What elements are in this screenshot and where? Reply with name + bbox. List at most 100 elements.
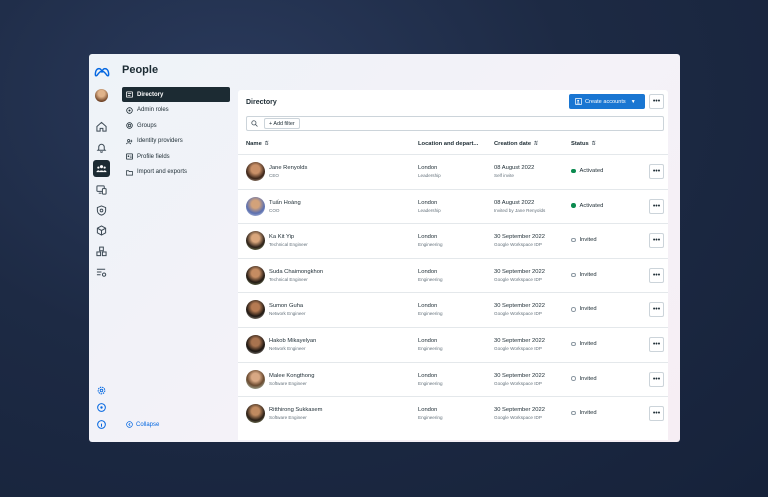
home-icon[interactable] xyxy=(93,118,110,135)
status-dot xyxy=(571,307,576,312)
table-header: Name ⇅ Location and depart... Creation da… xyxy=(246,138,664,150)
table-row[interactable]: Malee Kongthong Software Engineer London… xyxy=(238,361,668,397)
status-dot xyxy=(571,272,576,278)
collapse-button[interactable]: Collapse xyxy=(126,421,159,428)
table-row[interactable]: Ka Kit Yip Technical Engineer London Eng… xyxy=(238,223,668,258)
avatar xyxy=(246,334,265,354)
status-badge: Invited xyxy=(571,237,597,243)
devices-icon[interactable] xyxy=(93,181,110,198)
person-name[interactable]: Ka Kit Yip xyxy=(269,234,294,240)
table-row[interactable]: Sumon Guha Network Engineer London Engin… xyxy=(238,292,668,327)
subnav-item-identity-providers[interactable]: Identity providers xyxy=(122,134,230,149)
row-more-button[interactable]: ••• xyxy=(649,267,664,283)
subnav-label: Import and exports xyxy=(137,169,188,176)
creation-date: 30 September 2022 xyxy=(494,372,545,379)
person-title: Technical Engineer xyxy=(269,242,308,248)
status-badge: Activated xyxy=(571,168,603,174)
department: Leadership xyxy=(418,207,441,213)
cube-icon[interactable] xyxy=(93,222,110,239)
subnav-label: Identity providers xyxy=(137,138,183,145)
table-row[interactable]: Tuấn Hoàng COO London Leadership 08 Augu… xyxy=(238,188,668,224)
row-more-button[interactable]: ••• xyxy=(649,164,664,179)
more-options-button[interactable]: ••• xyxy=(649,94,664,109)
add-filter-button[interactable]: + Add filter xyxy=(264,118,300,129)
gear-icon[interactable] xyxy=(93,382,110,399)
row-more-button[interactable]: ••• xyxy=(649,302,664,318)
people-icon[interactable] xyxy=(93,160,110,177)
avatar xyxy=(246,369,265,389)
department: Engineering xyxy=(418,345,443,351)
creation-date: 08 August 2022 xyxy=(494,165,535,171)
row-more-button[interactable]: ••• xyxy=(649,371,664,387)
table-row[interactable]: Suda Chaimongkhon Technical Engineer Lon… xyxy=(238,257,668,293)
identity-icon xyxy=(126,138,133,145)
subnav-label: Groups xyxy=(137,122,157,129)
user-avatar[interactable] xyxy=(95,89,108,102)
row-more-button[interactable]: ••• xyxy=(649,406,664,422)
status-dot xyxy=(571,237,576,243)
apps-icon[interactable] xyxy=(93,243,110,260)
create-accounts-label: Create accounts xyxy=(585,98,626,105)
page-title: People xyxy=(122,64,159,76)
table-row[interactable]: Hakob Mikayelyan Network Engineer London… xyxy=(238,326,668,362)
person-name[interactable]: Suda Chaimongkhon xyxy=(269,269,323,275)
status-badge: Invited xyxy=(571,376,597,382)
person-title: Technical Engineer xyxy=(269,276,308,282)
subnav-label: Profile fields xyxy=(137,153,170,160)
location: London xyxy=(418,337,438,344)
subnav-item-groups[interactable]: Groups xyxy=(122,118,230,133)
import-export-icon xyxy=(126,169,133,176)
help-icon[interactable] xyxy=(93,399,110,416)
department: Engineering xyxy=(418,311,443,317)
person-title: Network Engineer xyxy=(269,311,306,317)
person-name[interactable]: Malee Kongthong xyxy=(269,373,314,379)
meta-logo-icon[interactable] xyxy=(94,64,110,77)
subnav-item-import-exports[interactable]: Import and exports xyxy=(122,165,230,180)
shield-icon[interactable] xyxy=(93,202,110,219)
groups-icon xyxy=(126,122,133,129)
person-name[interactable]: Tuấn Hoàng xyxy=(269,200,301,206)
info-icon[interactable] xyxy=(93,416,110,433)
person-name[interactable]: Jane Renyolds xyxy=(269,165,307,171)
add-person-icon xyxy=(575,98,582,105)
person-title: Software Engineer xyxy=(269,380,307,386)
subnav-item-admin-roles[interactable]: Admin roles xyxy=(122,103,230,118)
column-header-name[interactable]: Name ⇅ xyxy=(246,141,269,147)
subnav-label: Admin roles xyxy=(137,107,169,114)
status-dot xyxy=(571,168,576,174)
location: London xyxy=(418,165,438,171)
column-header-location[interactable]: Location and depart... xyxy=(418,141,478,147)
status-badge: Activated xyxy=(571,203,603,209)
subnav-item-profile-fields[interactable]: Profile fields xyxy=(122,149,230,164)
creation-date: 08 August 2022 xyxy=(494,199,535,206)
row-more-button[interactable]: ••• xyxy=(649,336,664,352)
subnav-label: Directory xyxy=(137,91,164,98)
directory-panel: Directory Create accounts ▼ ••• + Add fi… xyxy=(238,90,668,440)
table-row[interactable]: Jane Renyolds CEO London Leadership 08 A… xyxy=(238,154,668,189)
sort-icon: ⇅ xyxy=(590,141,596,147)
bell-icon[interactable] xyxy=(93,139,110,156)
person-name[interactable]: Sumon Guha xyxy=(269,303,303,309)
column-header-creation-date[interactable]: Creation date ⇅ xyxy=(494,141,538,147)
location: London xyxy=(418,303,438,310)
collapse-icon xyxy=(126,421,133,428)
subnav-item-directory[interactable]: Directory xyxy=(122,87,230,102)
status-badge: Invited xyxy=(571,272,597,278)
creation-date: 30 September 2022 xyxy=(494,407,545,414)
avatar xyxy=(246,300,265,320)
table-row[interactable]: Ritthirong Sukkasem Software Engineer Lo… xyxy=(238,396,668,431)
status-dot xyxy=(571,376,576,381)
avatar xyxy=(246,404,265,424)
filter-bar[interactable]: + Add filter xyxy=(246,116,664,131)
person-title: COO xyxy=(269,207,280,213)
admin-roles-icon xyxy=(126,106,133,114)
list-settings-icon[interactable] xyxy=(93,264,110,281)
person-name[interactable]: Hakob Mikayelyan xyxy=(269,338,316,344)
create-accounts-button[interactable]: Create accounts ▼ xyxy=(569,94,645,109)
row-more-button[interactable]: ••• xyxy=(649,233,664,249)
creation-date: 30 September 2022 xyxy=(494,337,545,344)
column-header-status[interactable]: Status ⇅ xyxy=(571,141,596,147)
person-name[interactable]: Ritthirong Sukkasem xyxy=(269,407,322,413)
row-more-button[interactable]: ••• xyxy=(649,198,664,214)
creation-date: 30 September 2022 xyxy=(494,303,545,310)
